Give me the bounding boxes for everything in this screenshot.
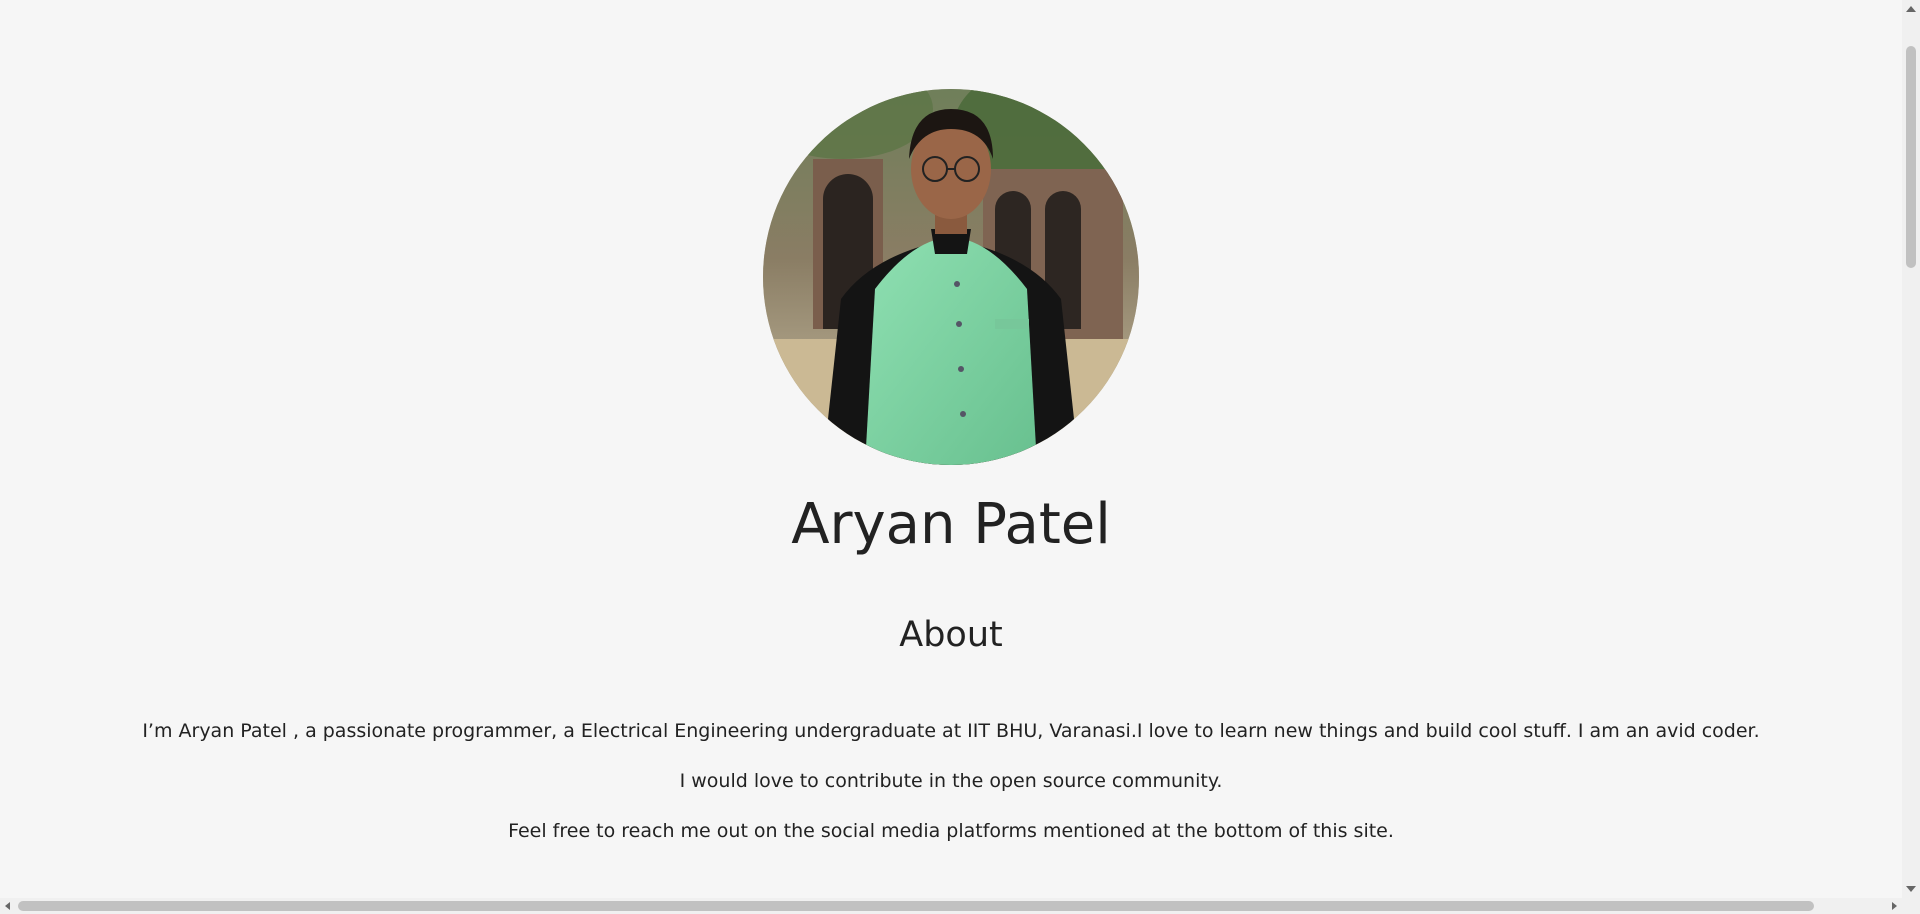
horizontal-scrollbar-thumb[interactable] [18,901,1814,911]
scrollbar-corner [1902,898,1920,914]
about-paragraph-1: I’m Aryan Patel , a passionate programme… [142,720,1760,742]
scroll-right-arrow-icon[interactable] [1892,902,1897,910]
scroll-down-arrow-icon[interactable] [1906,886,1916,892]
horizontal-scrollbar[interactable] [0,898,1902,914]
scroll-left-arrow-icon[interactable] [5,902,10,910]
scroll-up-arrow-icon[interactable] [1906,6,1916,12]
about-paragraph-3: Feel free to reach me out on the social … [508,820,1394,842]
profile-name: Aryan Patel [791,492,1111,557]
about-heading: About [899,615,1003,655]
vertical-scrollbar-thumb[interactable] [1906,46,1916,268]
page-viewport: Aryan Patel About I’m Aryan Patel , a pa… [0,0,1920,914]
profile-photo-illustration [763,89,1139,465]
vertical-scrollbar[interactable] [1902,0,1920,898]
about-paragraph-2: I would love to contribute in the open s… [679,770,1223,792]
main-content: Aryan Patel About I’m Aryan Patel , a pa… [0,0,1902,898]
profile-photo [763,89,1139,465]
